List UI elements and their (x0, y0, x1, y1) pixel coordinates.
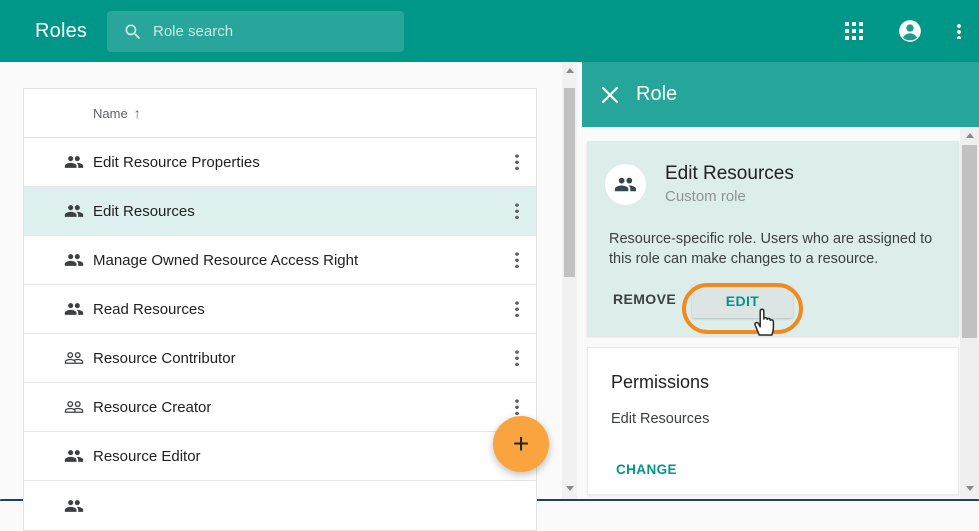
remove-button[interactable]: REMOVE (613, 291, 676, 307)
group-icon (614, 173, 637, 196)
search-input[interactable] (153, 23, 383, 40)
scroll-up-icon[interactable] (566, 68, 574, 73)
roles-table: Name ↑ Edit Resource Properties Edit Res… (23, 88, 537, 531)
row-more-vert-icon[interactable] (510, 398, 524, 417)
role-detail-name: Edit Resources (665, 163, 794, 185)
role-name: Resource Creator (93, 399, 211, 416)
group-icon (64, 446, 84, 466)
table-row[interactable]: Resource Editor (24, 432, 536, 481)
role-name: Resource Contributor (93, 350, 236, 367)
table-row[interactable]: Resource Creator (24, 383, 536, 432)
role-name: Resource Editor (93, 448, 201, 465)
row-more-vert-icon[interactable] (510, 202, 524, 221)
scrollbar-thumb[interactable] (962, 145, 977, 338)
role-name: Manage Owned Resource Access Right (93, 252, 358, 269)
group-icon (64, 496, 84, 516)
apps-grid-icon[interactable] (845, 22, 863, 40)
permissions-heading: Permissions (611, 372, 958, 393)
change-button[interactable]: CHANGE (616, 462, 677, 477)
table-row-partial[interactable] (24, 481, 536, 530)
panel-header: Role (582, 62, 979, 127)
permissions-value: Edit Resources (611, 411, 958, 427)
panel-title: Role (636, 83, 677, 106)
role-name: Read Resources (93, 301, 205, 318)
role-description: Resource-specific role. Users who are as… (609, 229, 937, 269)
search-box[interactable] (107, 11, 404, 52)
role-type-label: Custom role (665, 188, 794, 205)
more-vert-icon[interactable] (957, 23, 961, 39)
table-row[interactable]: Manage Owned Resource Access Right (24, 236, 536, 285)
group-icon (64, 299, 84, 319)
add-role-fab[interactable]: + (493, 416, 549, 472)
table-row-selected[interactable]: Edit Resources (24, 187, 536, 236)
row-more-vert-icon[interactable] (510, 300, 524, 319)
row-more-vert-icon[interactable] (510, 251, 524, 270)
permissions-card: Permissions Edit Resources CHANGE (587, 347, 959, 495)
role-summary-card: Edit Resources Custom role Resource-spec… (587, 141, 959, 336)
sort-ascending-icon[interactable]: ↑ (134, 105, 141, 121)
scroll-up-icon[interactable] (966, 133, 974, 138)
scrollbar-thumb[interactable] (564, 88, 575, 277)
close-icon[interactable] (600, 85, 620, 105)
people-outline-icon (64, 397, 84, 417)
people-outline-icon (64, 348, 84, 368)
row-more-vert-icon[interactable] (510, 349, 524, 368)
app-header: Roles (0, 0, 979, 62)
table-row[interactable]: Edit Resource Properties (24, 138, 536, 187)
avatar (605, 164, 646, 205)
edit-button[interactable]: EDIT (692, 284, 793, 318)
role-detail-panel: Role Edit Resources Custom role Resource… (582, 62, 979, 499)
plus-icon: + (513, 430, 529, 458)
roles-list-region: Name ↑ Edit Resource Properties Edit Res… (0, 62, 580, 499)
column-header-name[interactable]: Name (93, 106, 128, 121)
role-name: Edit Resource Properties (93, 154, 260, 171)
account-circle-icon[interactable] (897, 18, 923, 44)
table-header-row: Name ↑ (24, 89, 536, 138)
row-more-vert-icon[interactable] (510, 153, 524, 172)
page-title: Roles (35, 20, 87, 43)
group-icon (64, 152, 84, 172)
panel-scrollbar[interactable] (960, 127, 979, 499)
scroll-down-icon[interactable] (966, 486, 974, 491)
group-icon (64, 250, 84, 270)
search-icon (123, 22, 143, 42)
scroll-down-icon[interactable] (566, 486, 574, 491)
list-scrollbar[interactable] (562, 62, 577, 499)
table-row[interactable]: Resource Contributor (24, 334, 536, 383)
group-icon (64, 201, 84, 221)
table-row[interactable]: Read Resources (24, 285, 536, 334)
role-name: Edit Resources (93, 203, 195, 220)
